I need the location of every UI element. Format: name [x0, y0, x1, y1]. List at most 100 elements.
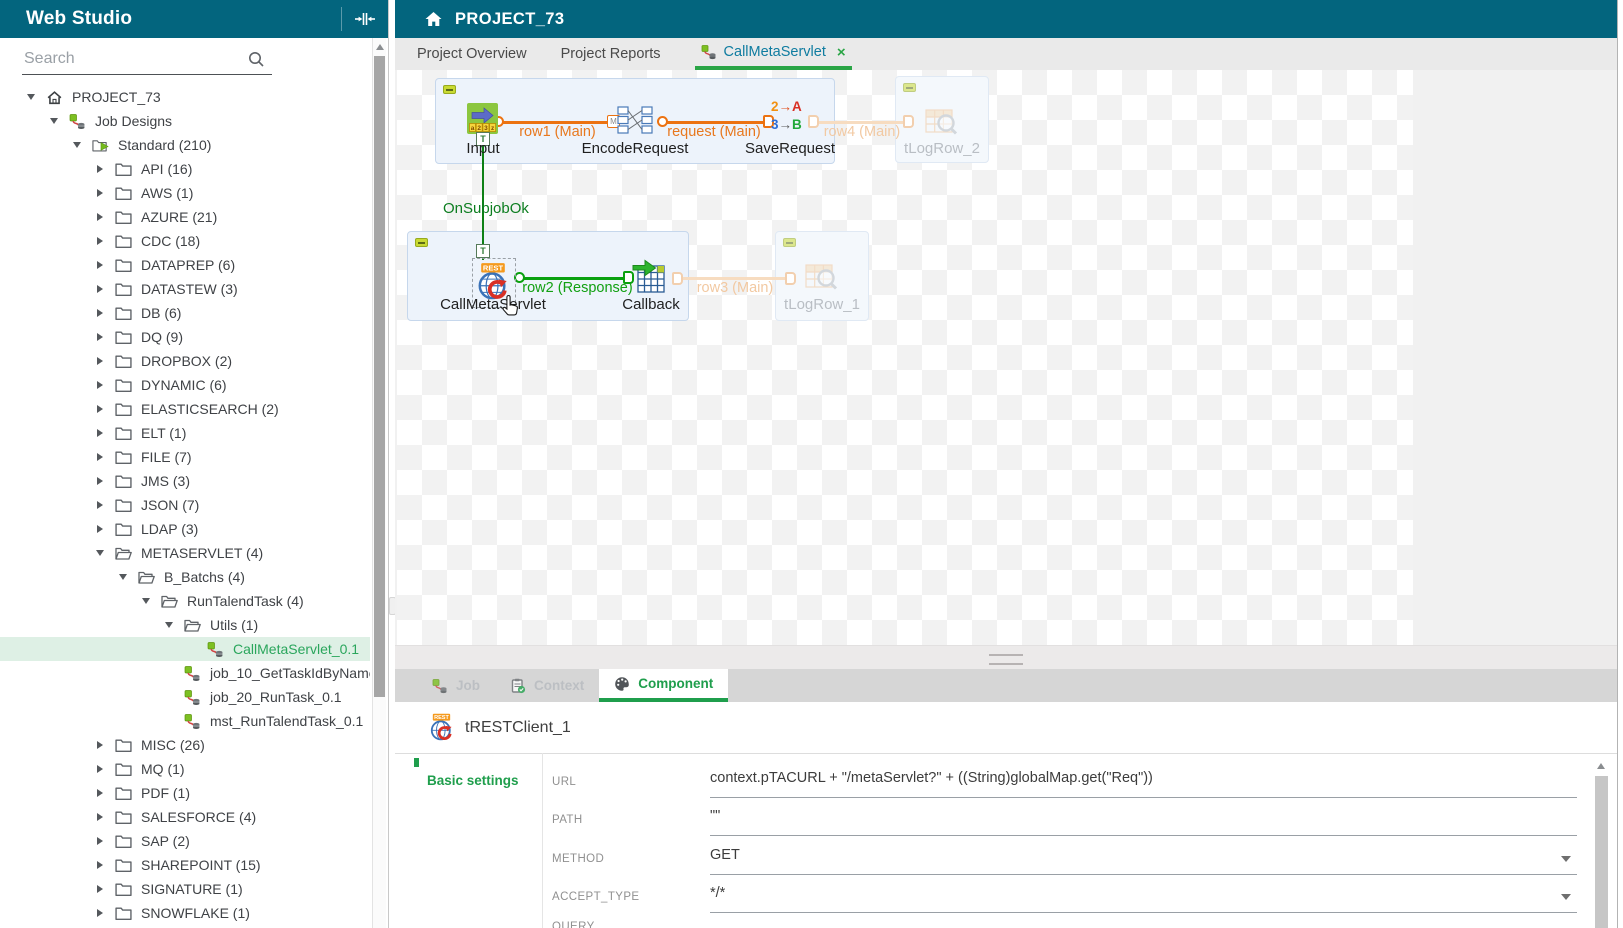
- tree-item[interactable]: DATASTEW (3): [0, 277, 370, 301]
- chevron-right-icon[interactable]: [93, 306, 107, 320]
- field-value-url[interactable]: context.pTACURL + "/metaServlet?" + ((St…: [710, 770, 1577, 798]
- tree-item[interactable]: SIGNATURE (1): [0, 877, 370, 901]
- tree-item[interactable]: Utils (1): [0, 613, 370, 637]
- connector-out-icon[interactable]: [672, 272, 683, 285]
- dropdown-arrow-icon[interactable]: [1561, 894, 1571, 900]
- tree-item[interactable]: AWS (1): [0, 181, 370, 205]
- chevron-right-icon[interactable]: [93, 378, 107, 392]
- form-scrollbar[interactable]: [1595, 759, 1608, 928]
- tab-component[interactable]: Component: [599, 669, 728, 702]
- chevron-down-icon[interactable]: [93, 546, 107, 560]
- field-value-path[interactable]: "": [710, 808, 1577, 836]
- chevron-right-icon[interactable]: [93, 234, 107, 248]
- job-design-canvas[interactable]: OnSubjobOk row1 (Main) M request (Main) …: [395, 70, 1617, 645]
- tree-item[interactable]: JMS (3): [0, 469, 370, 493]
- node-label-callback[interactable]: Callback: [622, 296, 680, 313]
- chevron-down-icon[interactable]: [47, 114, 61, 128]
- home-icon[interactable]: [424, 10, 443, 28]
- node-encoderequest-icon[interactable]: [617, 104, 653, 136]
- tree-item[interactable]: ELASTICSEARCH (2): [0, 397, 370, 421]
- tree-item[interactable]: FILE (7): [0, 445, 370, 469]
- trigger-connector[interactable]: T: [476, 244, 490, 258]
- chevron-right-icon[interactable]: [93, 762, 107, 776]
- chevron-right-icon[interactable]: [93, 906, 107, 920]
- chevron-down-icon[interactable]: [116, 570, 130, 584]
- nav-item-basic-settings[interactable]: Basic settings: [427, 773, 542, 788]
- tree-item[interactable]: PROJECT_73: [0, 85, 370, 109]
- connector-in-icon[interactable]: [785, 272, 796, 285]
- dropdown-arrow-icon[interactable]: [1561, 856, 1571, 862]
- scroll-up-icon[interactable]: [376, 44, 384, 50]
- tree-item[interactable]: ELT (1): [0, 421, 370, 445]
- chevron-right-icon[interactable]: [93, 186, 107, 200]
- chevron-down-icon[interactable]: [70, 138, 84, 152]
- tree-item[interactable]: job_20_RunTask_0.1: [0, 685, 370, 709]
- chevron-right-icon[interactable]: [93, 810, 107, 824]
- tree-item[interactable]: MISC (26): [0, 733, 370, 757]
- node-saverequest-icon[interactable]: 2→A 3→B: [771, 98, 802, 134]
- chevron-right-icon[interactable]: [93, 450, 107, 464]
- tree-item[interactable]: job_10_GetTaskIdByName...: [0, 661, 370, 685]
- node-label-callmetaservlet[interactable]: CallMetaServlet: [440, 296, 546, 313]
- sidebar-scrollbar[interactable]: [372, 38, 386, 928]
- node-callback-icon[interactable]: [631, 256, 669, 294]
- tree-item[interactable]: SALESFORCE (4): [0, 805, 370, 829]
- tree-item[interactable]: DROPBOX (2): [0, 349, 370, 373]
- scrollbar-thumb[interactable]: [374, 56, 385, 697]
- close-tab-icon[interactable]: ×: [837, 44, 846, 61]
- chevron-right-icon[interactable]: [93, 426, 107, 440]
- tab-context[interactable]: Context: [495, 669, 599, 702]
- link-label-row1[interactable]: row1 (Main): [500, 124, 615, 140]
- subjob-collapse-icon[interactable]: [415, 238, 428, 247]
- chevron-right-icon[interactable]: [93, 402, 107, 416]
- node-tlogrow1-icon[interactable]: [804, 261, 839, 292]
- tree-item[interactable]: CDC (18): [0, 229, 370, 253]
- chevron-down-icon[interactable]: [162, 618, 176, 632]
- collapse-sidebar-icon[interactable]: [341, 7, 376, 31]
- tree-item[interactable]: LDAP (3): [0, 517, 370, 541]
- node-label-tlogrow1[interactable]: tLogRow_1: [784, 296, 860, 313]
- link-label-row2[interactable]: row2 (Response): [515, 280, 640, 296]
- subjob-collapse-icon[interactable]: [443, 85, 456, 94]
- tree-item[interactable]: JSON (7): [0, 493, 370, 517]
- tab-job[interactable]: Job: [417, 669, 495, 702]
- chevron-right-icon[interactable]: [93, 474, 107, 488]
- tree-item[interactable]: DQ (9): [0, 325, 370, 349]
- tree-item[interactable]: API (16): [0, 157, 370, 181]
- tree-item[interactable]: MQ (1): [0, 757, 370, 781]
- tab-project-overview[interactable]: Project Overview: [417, 38, 527, 70]
- chevron-right-icon[interactable]: [93, 282, 107, 296]
- chevron-right-icon[interactable]: [93, 498, 107, 512]
- page-scrollbar[interactable]: [1617, 0, 1623, 928]
- field-value-method[interactable]: GET: [710, 847, 1577, 875]
- splitter-handle-icon[interactable]: [989, 654, 1023, 665]
- tree-item[interactable]: SHAREPOINT (15): [0, 853, 370, 877]
- subjob-collapse-icon[interactable]: [903, 83, 916, 92]
- tree-item[interactable]: AZURE (21): [0, 205, 370, 229]
- connector-in-icon[interactable]: [903, 115, 914, 128]
- link-label-row4[interactable]: row4 (Main): [823, 124, 901, 140]
- scroll-up-icon[interactable]: [1597, 763, 1605, 769]
- node-input-icon[interactable]: a23z: [467, 103, 498, 134]
- node-tlogrow2-icon[interactable]: [924, 106, 959, 137]
- chevron-down-icon[interactable]: [139, 594, 153, 608]
- tree-item[interactable]: DB (6): [0, 301, 370, 325]
- node-label-saverequest[interactable]: SaveRequest: [745, 140, 835, 157]
- chevron-right-icon[interactable]: [93, 330, 107, 344]
- node-label-input[interactable]: Input: [466, 140, 499, 157]
- link-label-row3[interactable]: row3 (Main): [691, 280, 779, 296]
- tree-item[interactable]: PDF (1): [0, 781, 370, 805]
- tree-item[interactable]: mst_RunTalendTask_0.1: [0, 709, 370, 733]
- link-label-onsubjobok[interactable]: OnSubjobOk: [443, 200, 529, 217]
- chevron-right-icon[interactable]: [93, 162, 107, 176]
- tree-item[interactable]: METASERVLET (4): [0, 541, 370, 565]
- tree-item[interactable]: Standard (210): [0, 133, 370, 157]
- chevron-right-icon[interactable]: [93, 210, 107, 224]
- chevron-right-icon[interactable]: [93, 834, 107, 848]
- tree-item[interactable]: RunTalendTask (4): [0, 589, 370, 613]
- scrollbar-thumb[interactable]: [1595, 776, 1608, 928]
- chevron-right-icon[interactable]: [93, 354, 107, 368]
- connector-out-icon[interactable]: [808, 115, 819, 128]
- chevron-right-icon[interactable]: [93, 882, 107, 896]
- node-label-encoderequest[interactable]: EncodeRequest: [582, 140, 689, 157]
